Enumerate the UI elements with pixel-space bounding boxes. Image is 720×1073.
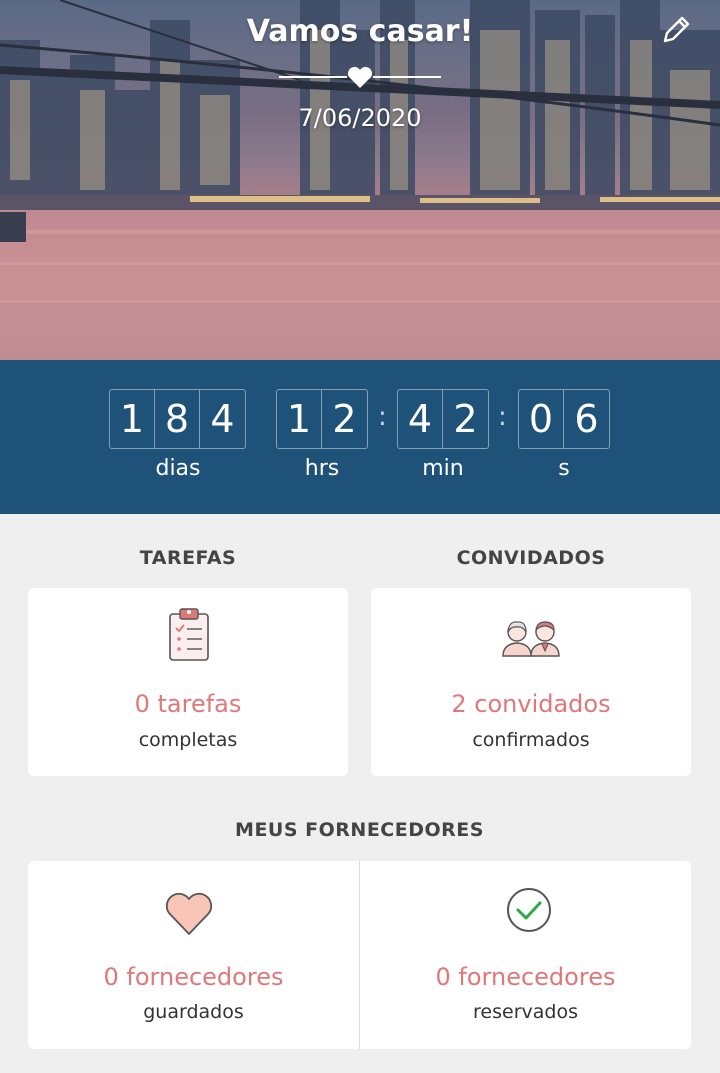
wedding-title: Vamos casar! [246,14,474,49]
guests-subtitle: confirmados [472,729,590,751]
tasks-heading: TAREFAS [139,547,237,569]
time-separator: : [378,402,387,432]
guests-count: 2 convidados [451,690,611,718]
wedding-date: 7/06/2020 [298,104,422,132]
vendors-card: 0 fornecedores guardados 0 fornecedores … [28,861,691,1049]
booked-vendors-subtitle: reservados [473,1001,578,1023]
hours-digits: 1 2 [276,389,368,449]
tasks-card[interactable]: 0 tarefas completas [28,588,348,776]
seconds-digits: 0 6 [518,389,610,449]
seconds-digit: 0 [519,390,564,448]
pencil-icon [663,16,690,43]
booked-vendors-count: 0 fornecedores [435,963,616,991]
seconds-label: s [558,456,570,481]
clipboard-icon [169,608,209,661]
hero-banner: Vamos casar! 7/06/2020 [0,0,720,360]
heart-icon [165,892,213,935]
couple-icon [502,621,560,657]
tasks-subtitle: completas [138,729,238,751]
days-digit: 8 [155,390,200,448]
guests-card[interactable]: 2 convidados confirmados [371,588,691,776]
days-label: dias [155,456,201,481]
guests-heading: CONVIDADOS [456,547,606,569]
minutes-label: min [422,456,464,481]
countdown-panel: 1 8 4 1 2 : 4 2 : 0 6 dias hrs min s [0,360,720,514]
hours-digit: 1 [277,390,322,448]
days-digit: 4 [210,397,235,441]
edit-button[interactable] [656,10,696,50]
days-digits: 1 8 4 [109,389,246,449]
heart-divider [279,66,441,88]
seconds-digit: 6 [574,397,599,441]
vendors-heading: MEUS FORNECEDORES [235,819,484,841]
check-circle-icon [507,888,551,932]
saved-vendors-count: 0 fornecedores [103,963,284,991]
time-separator: : [498,402,507,432]
minutes-digit: 2 [453,397,478,441]
minutes-digit: 4 [398,390,443,448]
minutes-digits: 4 2 [397,389,489,449]
tasks-count: 0 tarefas [134,690,242,718]
saved-vendors-subtitle: guardados [143,1001,244,1023]
saved-vendors[interactable]: 0 fornecedores guardados [28,861,359,1049]
hours-label: hrs [304,456,340,481]
booked-vendors[interactable]: 0 fornecedores reservados [360,861,691,1049]
days-digit: 1 [110,390,155,448]
hours-digit: 2 [332,397,357,441]
city-skyline-image [0,0,720,360]
